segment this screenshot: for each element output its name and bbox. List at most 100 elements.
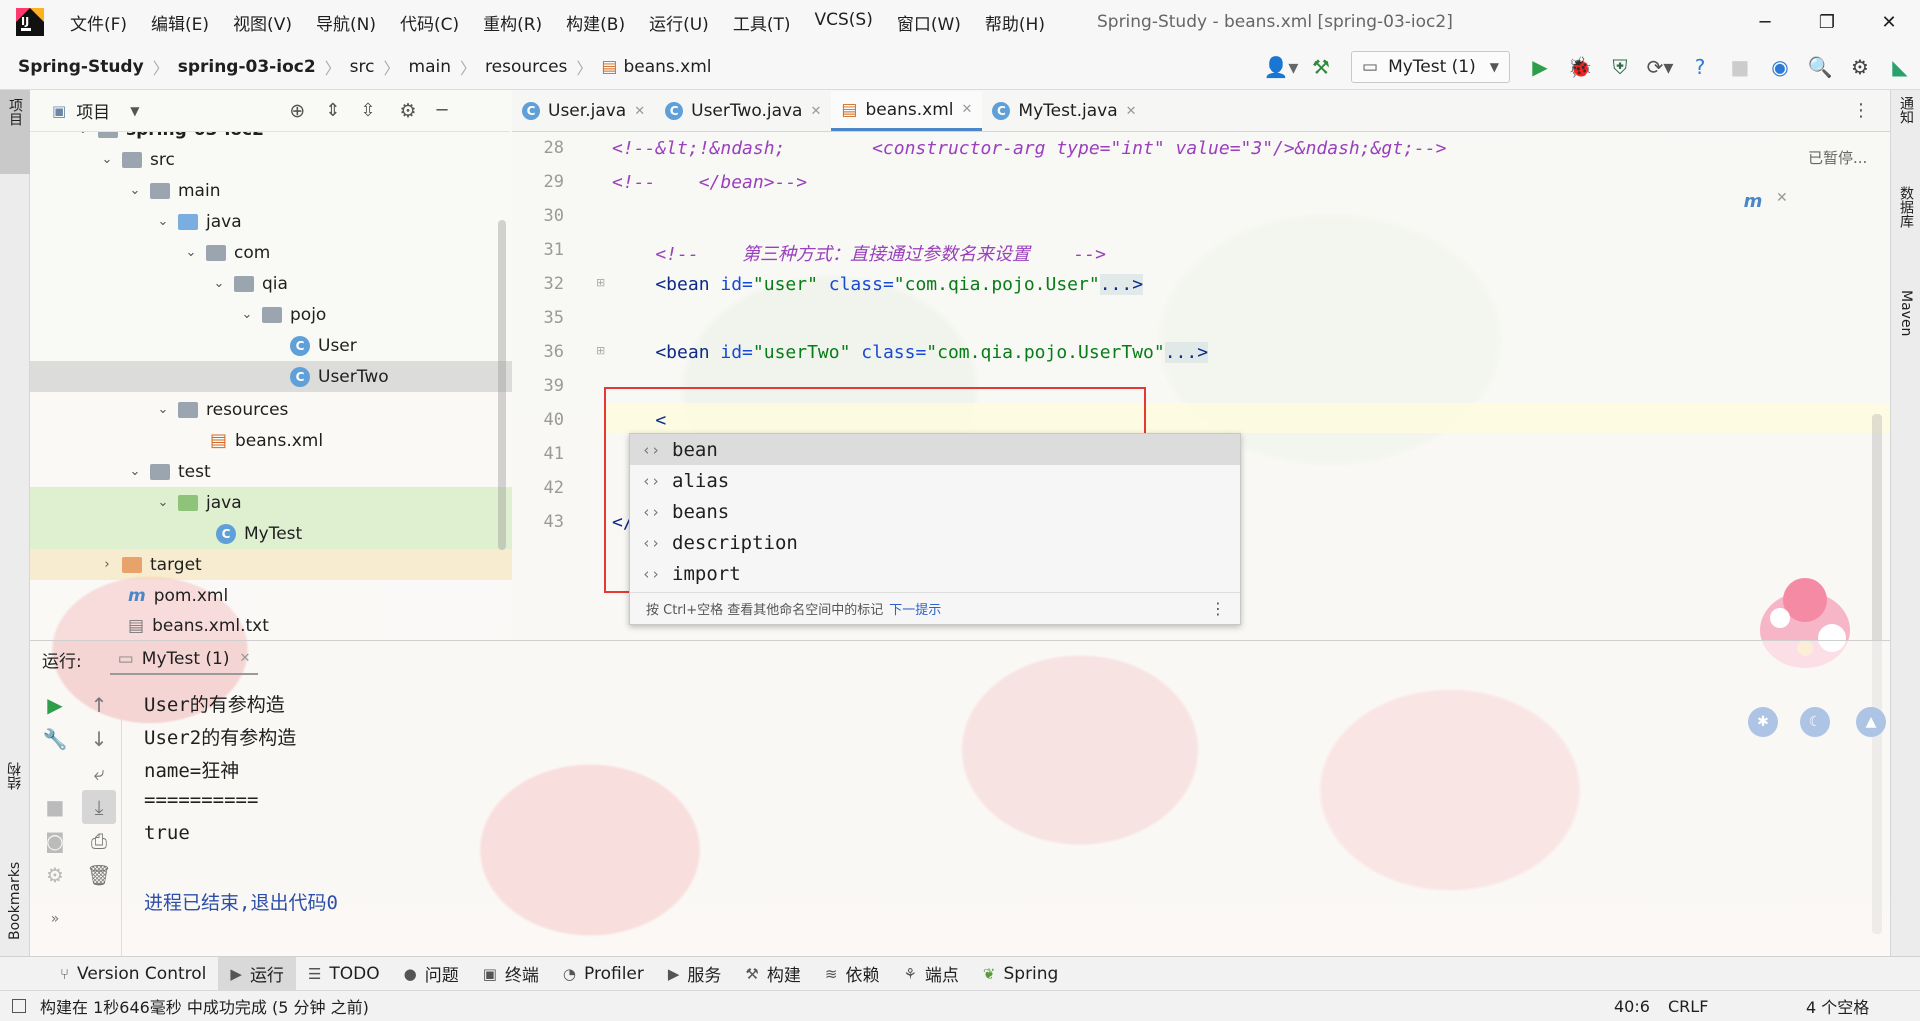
close-icon[interactable]: ✕ bbox=[1858, 0, 1920, 44]
breadcrumb-resources[interactable]: resources bbox=[485, 57, 567, 77]
tree-row-test[interactable]: ⌄ test bbox=[30, 456, 512, 487]
menu-code[interactable]: 代码(C) bbox=[388, 10, 471, 35]
tree-row-com[interactable]: ⌄ com bbox=[30, 237, 512, 268]
tab-run[interactable]: ▶ 运行 bbox=[218, 956, 296, 991]
tree-row-user[interactable]: C User bbox=[30, 330, 512, 361]
tab-version-control[interactable]: ⑂ Version Control bbox=[48, 957, 218, 991]
breadcrumb-module[interactable]: spring-03-ioc2 bbox=[178, 57, 316, 77]
tab-services[interactable]: ▶ 服务 bbox=[656, 957, 734, 991]
breadcrumb-src[interactable]: src bbox=[350, 57, 375, 77]
tab-problems[interactable]: ● 问题 bbox=[392, 957, 471, 991]
scroll-to-end-icon[interactable]: ⤓ bbox=[82, 790, 116, 824]
menu-build[interactable]: 构建(B) bbox=[554, 10, 637, 35]
completion-item[interactable]: ‹› beans bbox=[630, 496, 1240, 527]
tree-row-target[interactable]: › target bbox=[30, 549, 512, 580]
completion-item[interactable]: ‹› alias bbox=[630, 465, 1240, 496]
tree-row-beans-txt[interactable]: ▤ beans.xml.txt bbox=[30, 610, 512, 640]
update-icon[interactable]: ◉ bbox=[1760, 47, 1800, 87]
more-options-icon[interactable]: ⋮ bbox=[1852, 100, 1870, 121]
chevron-down-icon[interactable]: ▼ bbox=[130, 104, 139, 118]
expand-all-icon[interactable]: ⇕ bbox=[325, 100, 340, 121]
tab-endpoints[interactable]: ⚘ 端点 bbox=[891, 957, 970, 991]
close-icon[interactable]: ✕ bbox=[1776, 190, 1788, 206]
soft-wrap-icon[interactable]: ⤶ bbox=[82, 756, 116, 790]
breadcrumb-file[interactable]: beans.xml bbox=[623, 57, 711, 77]
indent-setting[interactable]: 4 个空格 bbox=[1806, 994, 1869, 1018]
tree-row-test-java[interactable]: ⌄ java bbox=[30, 487, 512, 518]
tree-row-beans-xml[interactable]: ▤ beans.xml bbox=[30, 425, 512, 456]
tree-row-mytest[interactable]: C MyTest bbox=[30, 518, 512, 549]
tree-row-resources[interactable]: ⌄ resources bbox=[30, 394, 512, 425]
menu-window[interactable]: 窗口(W) bbox=[885, 10, 973, 35]
tree-row-usertwo[interactable]: C UserTwo bbox=[30, 361, 512, 392]
print-icon[interactable]: ⎙ bbox=[82, 824, 116, 858]
close-tab-icon[interactable]: ✕ bbox=[240, 651, 251, 666]
tree-row-pom[interactable]: m pom.xml bbox=[30, 580, 512, 611]
maven-reload-icon[interactable]: m bbox=[1738, 186, 1768, 216]
tree-row-java[interactable]: ⌄ java bbox=[30, 206, 512, 237]
project-tool-button[interactable]: 项目 bbox=[0, 90, 30, 174]
close-tab-icon[interactable]: ✕ bbox=[810, 104, 821, 119]
project-panel-title[interactable]: 项目 bbox=[76, 98, 110, 123]
tab-spring[interactable]: ❦ Spring bbox=[971, 957, 1070, 991]
menu-view[interactable]: 视图(V) bbox=[221, 10, 304, 35]
stop-icon[interactable]: ■ bbox=[1720, 47, 1760, 87]
tree-row-qia[interactable]: ⌄ qia bbox=[30, 268, 512, 299]
menu-edit[interactable]: 编辑(E) bbox=[139, 10, 221, 35]
tab-user-java[interactable]: C User.java ✕ bbox=[512, 91, 655, 131]
menu-file[interactable]: 文件(F) bbox=[58, 10, 139, 35]
build-status-message[interactable]: 构建在 1秒646毫秒 中成功完成 (5 分钟 之前) bbox=[40, 994, 369, 1018]
restore-icon[interactable]: ❐ bbox=[1796, 0, 1858, 44]
bookmarks-tool-button[interactable]: Bookmarks bbox=[0, 820, 30, 940]
completion-item[interactable]: ‹› bean bbox=[630, 434, 1240, 465]
settings-gear-icon[interactable]: ⚙ bbox=[1840, 47, 1880, 87]
tab-todo[interactable]: ☰ TODO bbox=[296, 957, 392, 991]
menu-run[interactable]: 运行(U) bbox=[637, 10, 721, 35]
hide-panel-icon[interactable]: ─ bbox=[437, 100, 448, 121]
more-icon[interactable]: » bbox=[38, 902, 72, 936]
stop-icon[interactable]: ■ bbox=[38, 790, 72, 824]
tab-beans-xml[interactable]: ▤ beans.xml ✕ bbox=[831, 91, 983, 131]
breadcrumb-project[interactable]: Spring-Study bbox=[18, 57, 144, 77]
scroll-down-icon[interactable]: ↓ bbox=[82, 722, 116, 756]
breadcrumb-main[interactable]: main bbox=[409, 57, 451, 77]
tab-profiler[interactable]: ◔ Profiler bbox=[551, 957, 656, 991]
panel-settings-icon[interactable]: ⚙ bbox=[400, 100, 417, 122]
settings-gear-icon[interactable]: ⚙ bbox=[38, 858, 72, 892]
run-tab[interactable]: ▭ MyTest (1) ✕ bbox=[109, 645, 259, 675]
next-tip-link[interactable]: 下一提示 bbox=[889, 599, 941, 618]
close-tab-icon[interactable]: ✕ bbox=[962, 102, 973, 117]
notifications-tool-button[interactable]: 通知 bbox=[1891, 96, 1920, 166]
tab-mytest-java[interactable]: C MyTest.java ✕ bbox=[982, 91, 1146, 131]
camera-icon[interactable]: ◙ bbox=[38, 824, 72, 858]
menu-help[interactable]: 帮助(H) bbox=[973, 10, 1057, 35]
console-output[interactable]: User的有参构造 User2的有参构造 name=狂神 ========== … bbox=[140, 678, 1860, 956]
hammer-build-icon[interactable]: ⚒ bbox=[1301, 47, 1341, 87]
trash-icon[interactable]: 🗑 bbox=[82, 858, 116, 892]
maven-tool-button[interactable]: Maven bbox=[1891, 290, 1920, 370]
menu-tools[interactable]: 工具(T) bbox=[721, 10, 803, 35]
tree-row-src[interactable]: ⌄ src bbox=[30, 144, 512, 175]
run-icon[interactable]: ▶ bbox=[1520, 47, 1560, 87]
profile-icon[interactable]: ⟳▾ bbox=[1640, 47, 1680, 87]
tree-row-main[interactable]: ⌄ main bbox=[30, 175, 512, 206]
search-icon[interactable]: 🔍 bbox=[1800, 47, 1840, 87]
coverage-icon[interactable]: ⛨ bbox=[1600, 47, 1640, 87]
minimize-icon[interactable]: ─ bbox=[1734, 0, 1796, 44]
tab-terminal[interactable]: ▣ 终端 bbox=[471, 957, 551, 991]
plugin-logo-icon[interactable]: ◣ bbox=[1880, 47, 1920, 87]
close-tab-icon[interactable]: ✕ bbox=[1126, 104, 1137, 119]
database-tool-button[interactable]: 数据库 bbox=[1891, 186, 1920, 266]
rerun-icon[interactable]: ▶ bbox=[38, 688, 72, 722]
menu-refactor[interactable]: 重构(R) bbox=[471, 10, 554, 35]
locate-icon[interactable]: ⊕ bbox=[289, 100, 305, 122]
tab-build[interactable]: ⚒ 构建 bbox=[733, 957, 812, 991]
status-toggle-icon[interactable] bbox=[12, 999, 26, 1013]
debug-icon[interactable]: 🐞 bbox=[1560, 47, 1600, 87]
tab-dependencies[interactable]: ≋ 依赖 bbox=[813, 957, 892, 991]
help-circle-icon[interactable]: ? bbox=[1680, 47, 1720, 87]
scroll-up-icon[interactable]: ↑ bbox=[82, 688, 116, 722]
menu-vcs[interactable]: VCS(S) bbox=[802, 10, 884, 35]
caret-position[interactable]: 40:6 bbox=[1614, 997, 1650, 1016]
line-ending[interactable]: CRLF bbox=[1668, 997, 1708, 1016]
